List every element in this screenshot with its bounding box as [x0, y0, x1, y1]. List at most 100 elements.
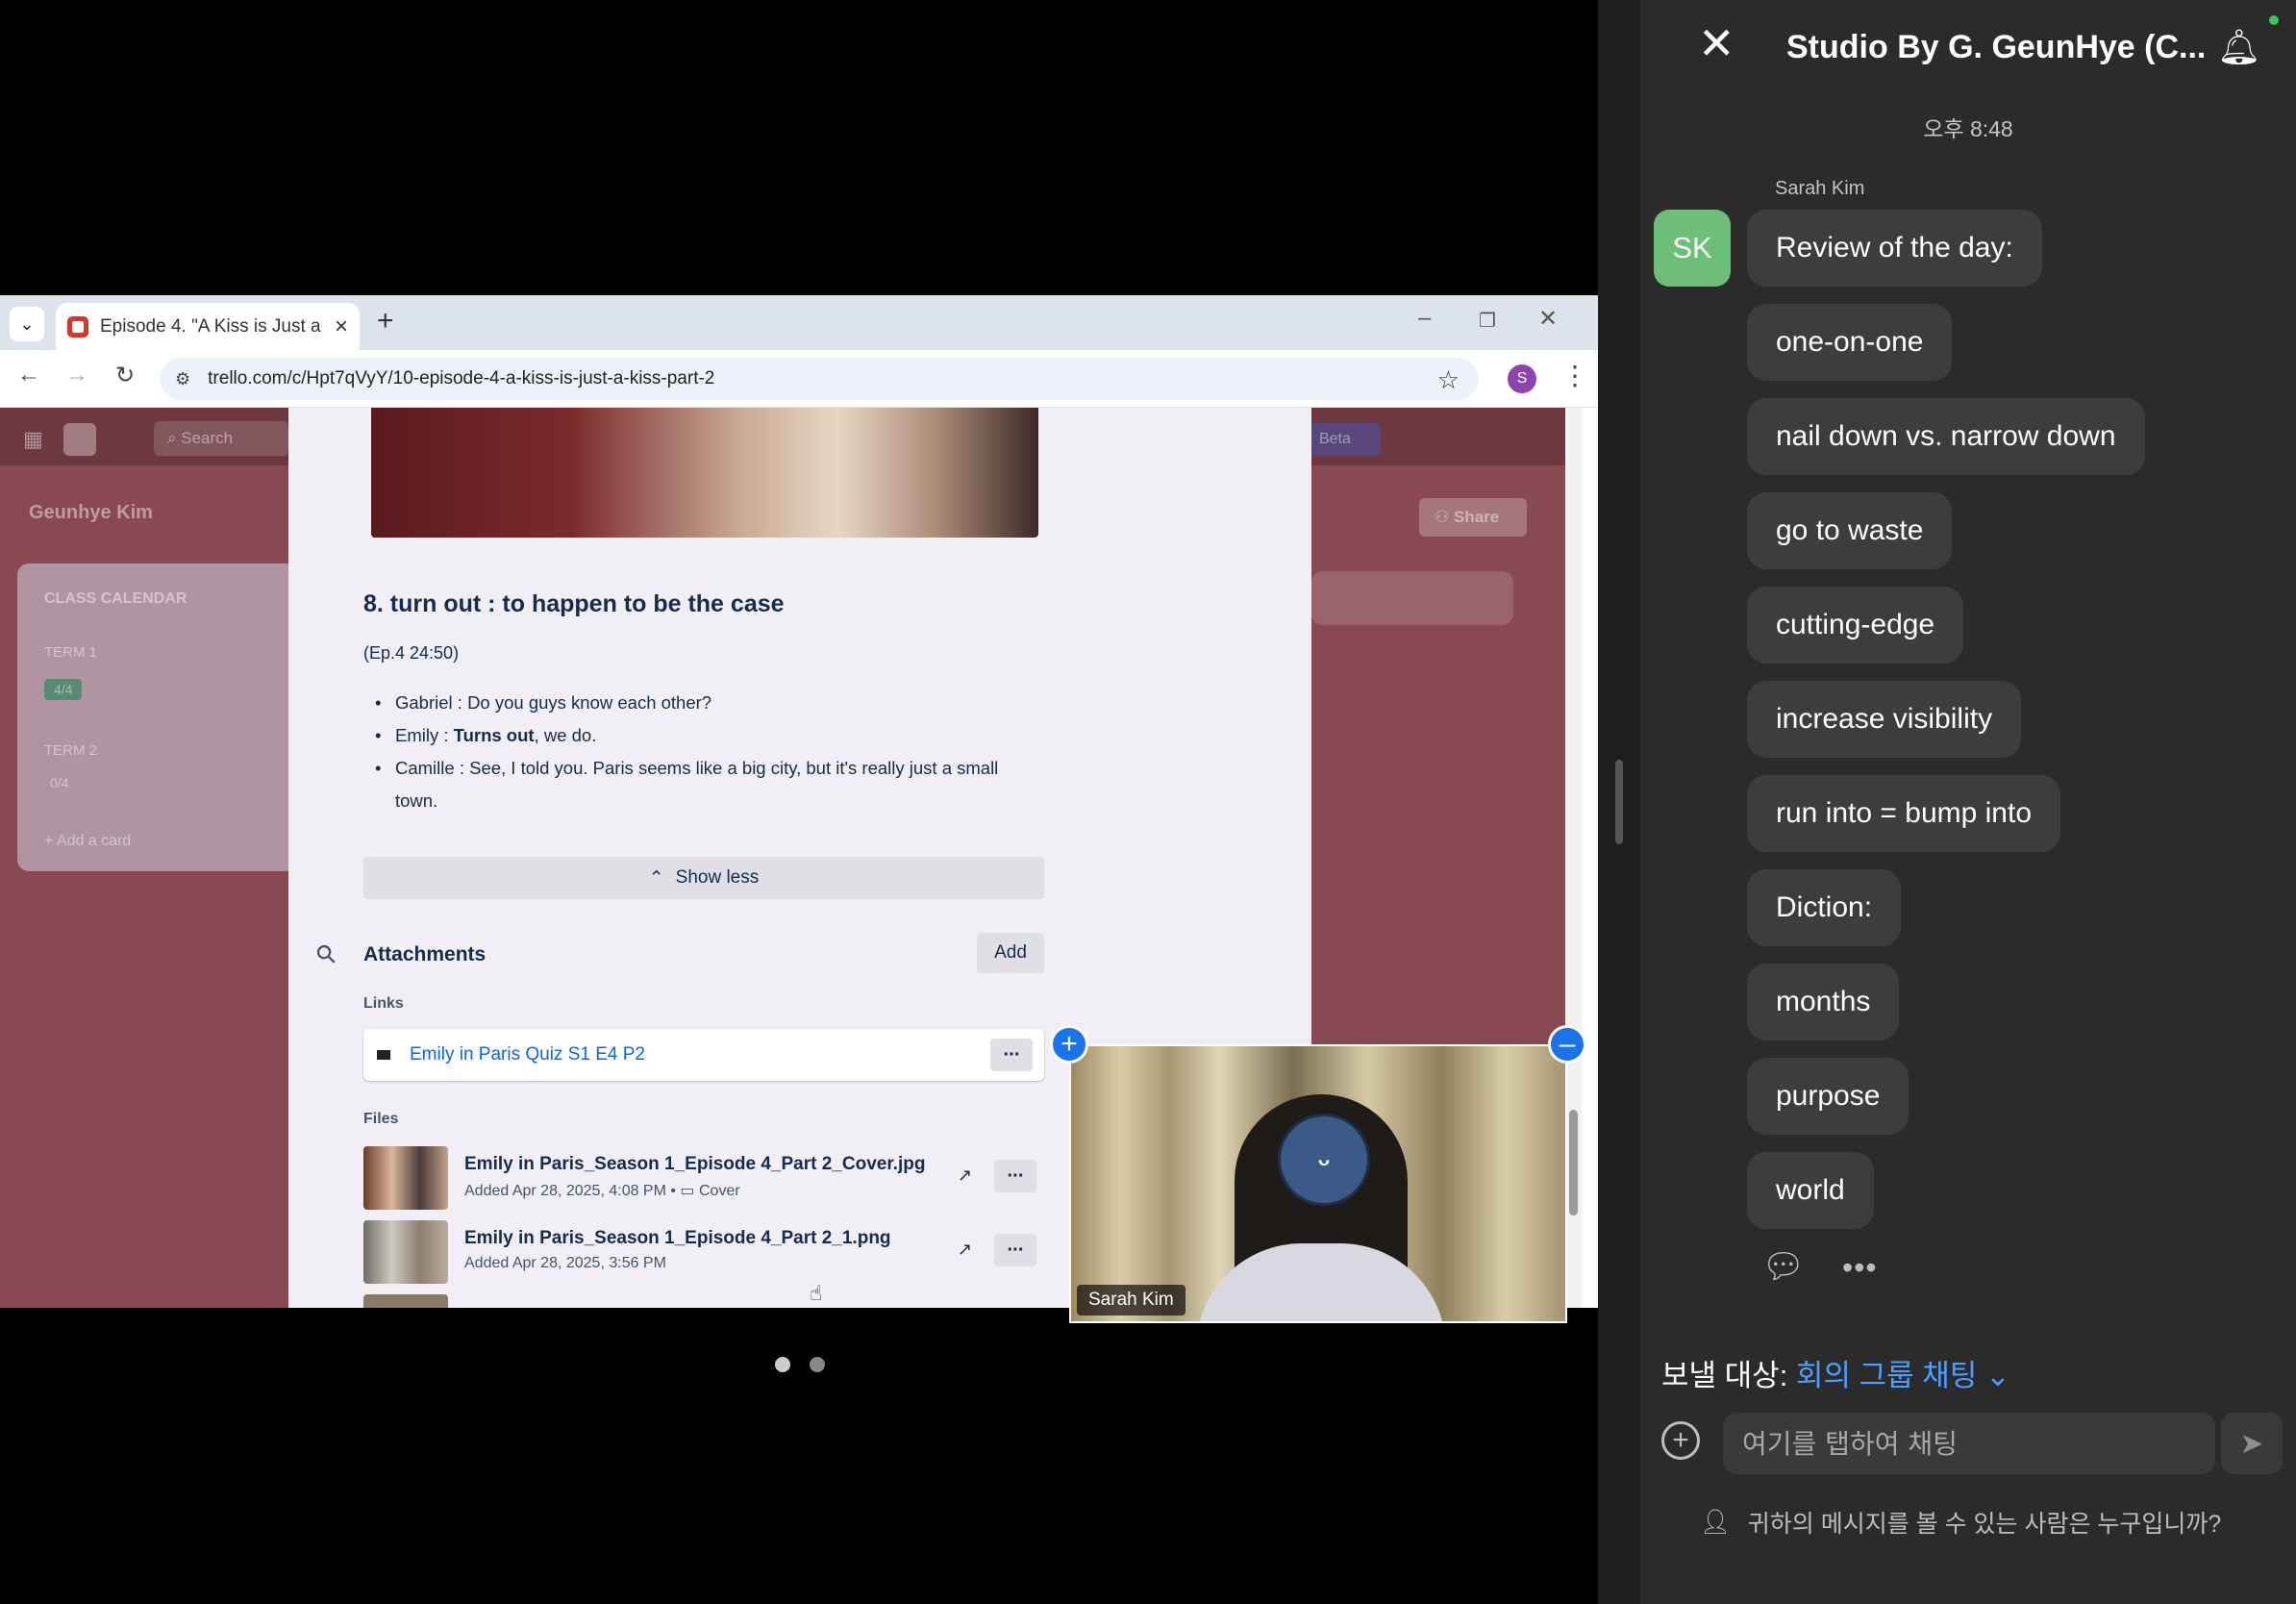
message-bubble[interactable]: increase visibility [1747, 681, 2022, 758]
restore-icon[interactable]: ❐ [1479, 309, 1496, 333]
checklist-badge: 4/4 [44, 679, 83, 700]
list-title: CLASS CALENDAR [44, 590, 187, 607]
file-thumbnail[interactable] [363, 1294, 448, 1308]
back-icon[interactable]: ← [17, 362, 40, 388]
chat-panel: ✕ Studio By G. GeunHye (C... 🔔︎ 오후 8:48 … [1640, 0, 2296, 1604]
participant-body [1196, 1243, 1446, 1321]
file-name[interactable]: Emily in Paris_Season 1_Episode 4_Part 2… [464, 1154, 925, 1175]
chevron-down-icon[interactable]: ⌄ [1977, 1359, 2010, 1392]
chat-input[interactable] [1723, 1413, 2215, 1474]
file-thumbnail[interactable] [363, 1220, 448, 1284]
minimize-icon[interactable]: – [1418, 305, 1431, 332]
add-list-button[interactable] [1311, 571, 1513, 625]
sender-name: Sarah Kim [1775, 178, 1865, 199]
message-bubble[interactable]: go to waste [1747, 492, 1953, 569]
file-thumbnail[interactable] [363, 1146, 448, 1210]
dialogue-line: Gabriel : Do you guys know each other? [363, 687, 1036, 719]
chat-title: Studio By G. GeunHye (C... [1786, 29, 2207, 65]
card-term2[interactable]: TERM 2 [44, 742, 97, 759]
bell-icon[interactable]: 🔔︎ [2217, 27, 2261, 67]
dialogue-list: Gabriel : Do you guys know each other? E… [363, 687, 1036, 817]
send-to-target[interactable]: 회의 그룹 채팅 [1796, 1359, 1977, 1392]
participant-name: Sarah Kim [1077, 1285, 1185, 1316]
card-term1[interactable]: TERM 1 [44, 644, 97, 661]
add-card-button[interactable]: + Add a card [44, 833, 131, 850]
link-text[interactable]: Emily in Paris Quiz S1 E4 P2 [410, 1044, 645, 1065]
sender-avatar[interactable]: SK [1654, 210, 1731, 287]
page-scrollbar[interactable] [1565, 408, 1582, 1308]
link-favicon-icon [377, 1050, 390, 1060]
message-bubble[interactable]: cutting-edge [1747, 587, 1964, 664]
new-tab-button[interactable]: + [377, 305, 394, 338]
board-search-input[interactable]: ⌕ Search [154, 421, 288, 456]
profile-avatar[interactable]: S [1508, 364, 1536, 393]
minimize-video-icon[interactable]: – [1548, 1025, 1586, 1064]
tab-close-icon[interactable]: × [335, 313, 348, 340]
file-name[interactable]: Emily in Paris_Season 1_Episode 4_Part 2… [464, 1228, 891, 1249]
dialogue-line: Camille : See, I told you. Paris seems l… [363, 752, 1036, 817]
split-handle[interactable] [1615, 760, 1623, 844]
message-bubble[interactable]: purpose [1747, 1058, 1909, 1135]
file-row[interactable]: Emily in Paris_Season 1_Episode 4_Part 2… [363, 1220, 1044, 1284]
send-to-label: 보낼 대상: [1661, 1359, 1796, 1392]
paperclip-icon: ⚲ [309, 937, 343, 971]
tab-strip: ⌄ Episode 4. "A Kiss is Just a Kiss" × +… [0, 295, 1598, 350]
forward-icon[interactable]: → [65, 362, 88, 388]
message-bubble[interactable]: Diction: [1747, 869, 1902, 946]
close-icon[interactable]: ✕ [1698, 21, 1735, 65]
trello-logo-icon[interactable] [63, 423, 96, 456]
beta-badge[interactable]: Beta [1308, 423, 1381, 456]
browser-tab[interactable]: Episode 4. "A Kiss is Just a Kiss" × [56, 303, 360, 350]
message-bubble[interactable]: nail down vs. narrow down [1747, 398, 2145, 475]
reaction-add-icon[interactable]: 💬︎ [1761, 1246, 1806, 1287]
show-less-label: Show less [675, 867, 760, 888]
tab-search-button[interactable]: ⌄ [10, 307, 44, 341]
message-bubble[interactable]: Review of the day: [1747, 210, 2042, 287]
hand-cursor-icon: ☝ [810, 1281, 823, 1305]
online-status-dot [2269, 15, 2279, 25]
expression-heading: 8. turn out : to happen to be the case [363, 590, 785, 617]
chevron-up-icon: ⌃ [648, 867, 664, 889]
list-column [17, 564, 296, 871]
open-external-icon[interactable]: ↗ [958, 1165, 972, 1186]
visibility-info[interactable]: 👤︎ 귀하의 메시지를 볼 수 있는 사람은 누구입니까? [1700, 1505, 2221, 1540]
browser-menu-icon[interactable]: ⋮ [1561, 360, 1588, 391]
message-bubble[interactable]: one-on-one [1747, 304, 1953, 381]
file-row[interactable]: Emily in Paris_Season 1_Episode 4_Part 2… [363, 1146, 1044, 1210]
page-indicator[interactable] [810, 1357, 825, 1372]
site-info-icon[interactable]: ⚙ [175, 369, 190, 389]
add-attachment-button[interactable]: Add [977, 933, 1044, 973]
address-bar[interactable]: ⚙ trello.com/c/Hpt7qVyY/10-episode-4-a-k… [160, 358, 1479, 400]
dialogue-line: Emily : Turns out, we do. [363, 719, 1036, 752]
message-bubble[interactable]: months [1747, 964, 1900, 1040]
apps-grid-icon[interactable]: ▦ [23, 427, 43, 452]
links-label: Links [363, 995, 404, 1012]
send-to-selector[interactable]: 보낼 대상: 회의 그룹 채팅 ⌄ [1661, 1351, 2010, 1394]
message-bubble[interactable]: run into = bump into [1747, 775, 2061, 852]
tab-title: Episode 4. "A Kiss is Just a Kiss" [100, 315, 327, 337]
bookmark-star-icon[interactable]: ☆ [1437, 365, 1460, 395]
file-more-button[interactable]: ··· [994, 1234, 1036, 1266]
workspace-name: Geunhye Kim [29, 502, 153, 523]
window-close-icon[interactable]: ✕ [1538, 305, 1558, 333]
reload-icon[interactable]: ↻ [115, 362, 135, 389]
add-attachment-icon[interactable]: + [1661, 1421, 1700, 1460]
attachments-title: Attachments [363, 943, 487, 965]
expand-video-icon[interactable]: + [1050, 1025, 1088, 1064]
link-attachment[interactable]: Emily in Paris Quiz S1 E4 P2 ··· [363, 1029, 1044, 1081]
file-more-button[interactable]: ··· [994, 1160, 1036, 1192]
video-tile[interactable]: ᴗ Sarah Kim [1069, 1044, 1567, 1323]
send-icon[interactable]: ➤ [2221, 1413, 2283, 1474]
page-indicator-active[interactable] [775, 1357, 790, 1372]
more-options-icon[interactable]: ••• [1842, 1250, 1878, 1286]
file-row[interactable] [363, 1294, 1044, 1308]
file-meta: Added Apr 28, 2025, 3:56 PM [464, 1255, 666, 1271]
url-text: trello.com/c/Hpt7qVyY/10-episode-4-a-kis… [208, 368, 715, 388]
message-bubble[interactable]: world [1747, 1152, 1874, 1229]
open-external-icon[interactable]: ↗ [958, 1240, 972, 1260]
show-less-button[interactable]: ⌃ Show less [363, 857, 1044, 899]
link-more-button[interactable]: ··· [990, 1039, 1033, 1071]
share-button[interactable]: ⚇ Share [1419, 498, 1527, 537]
avatar-sticker-icon: ᴗ [1278, 1114, 1370, 1206]
scene-image [371, 408, 1038, 538]
